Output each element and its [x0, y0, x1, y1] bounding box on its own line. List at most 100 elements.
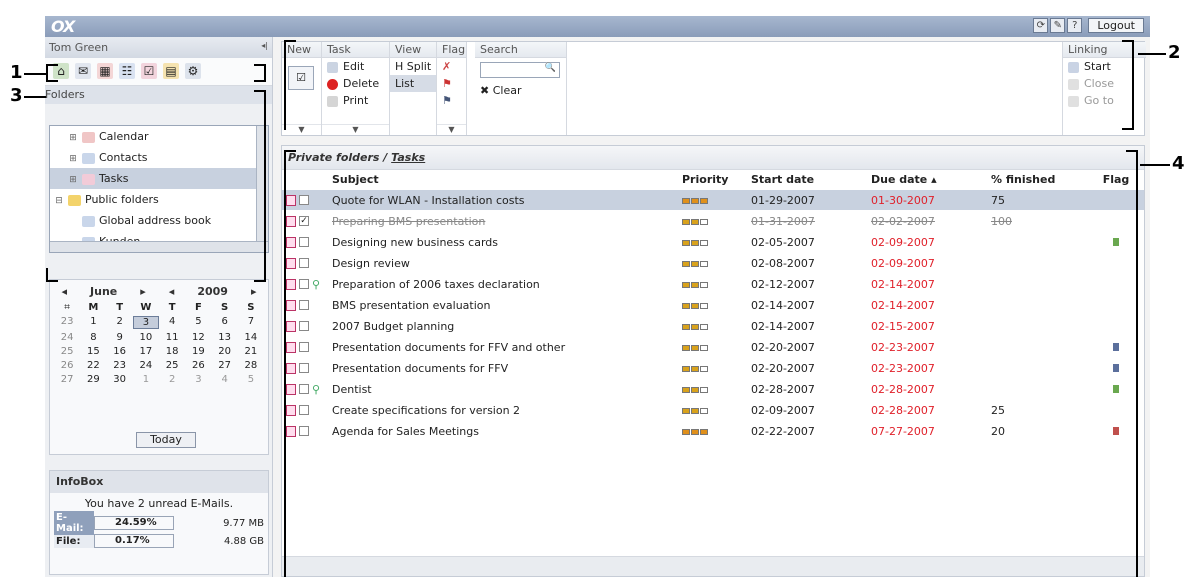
next-month-arrow[interactable]: ▸ [140, 285, 146, 298]
calendar-day[interactable]: 13 [212, 332, 238, 343]
tasks-icon[interactable]: ☑ [141, 63, 157, 79]
flag-icon[interactable] [1113, 427, 1119, 435]
collapse-sidebar-icon[interactable]: ◂| [261, 41, 268, 54]
col-start-date[interactable]: Start date [751, 170, 871, 189]
calendar-day[interactable]: 20 [212, 346, 238, 357]
settings-icon[interactable]: ✎ [1050, 18, 1066, 33]
calendar-day[interactable]: 5 [238, 374, 264, 385]
folder-tree-item[interactable]: Global address book [50, 210, 268, 231]
flag-icon[interactable] [1113, 364, 1119, 372]
calendar-day[interactable]: 5 [185, 316, 211, 329]
task-row[interactable]: Create specifications for version 2 02-09… [282, 399, 1144, 420]
task-row[interactable]: Presentation documents for FFV 02-20-2007… [282, 357, 1144, 378]
col-percent-finished[interactable]: % finished [991, 170, 1096, 189]
task-row[interactable]: Quote for WLAN - Installation costs 01-29… [282, 189, 1144, 210]
done-checkbox[interactable] [299, 405, 309, 415]
flag-group-dropdown[interactable]: ▼ [437, 124, 466, 135]
calendar-day[interactable]: 22 [80, 360, 106, 371]
clear-flag-icon[interactable]: ✗ [437, 58, 466, 75]
col-priority[interactable]: Priority [682, 170, 751, 189]
flag-icon[interactable] [1113, 238, 1119, 246]
infostore-icon[interactable]: ▤ [163, 63, 179, 79]
mail-icon[interactable]: ✉ [75, 63, 91, 79]
task-row[interactable]: Agenda for Sales Meetings 02-22-2007 07-27… [282, 420, 1144, 441]
task-row[interactable]: Designing new business cards 02-05-2007 02… [282, 231, 1144, 252]
col-due-date[interactable]: Due date ▴ [871, 170, 991, 189]
calendar-day[interactable]: 4 [212, 374, 238, 385]
calendar-day[interactable]: 7 [238, 316, 264, 329]
flag-icon[interactable] [1113, 385, 1119, 393]
red-flag-icon[interactable]: ⚑ [437, 75, 466, 92]
prev-year-arrow[interactable]: ◂ [169, 285, 175, 298]
calendar-day[interactable]: 26 [185, 360, 211, 371]
week-number[interactable]: 24 [54, 332, 80, 343]
calendar-day[interactable]: 18 [159, 346, 185, 357]
done-checkbox[interactable] [299, 342, 309, 352]
task-row[interactable]: ⚲ Preparation of 2006 taxes declaration 02… [282, 273, 1144, 294]
hsplit-view-button[interactable]: H Split [390, 58, 436, 75]
edit-button[interactable]: Edit [322, 58, 389, 75]
task-row[interactable]: Presentation documents for FFV and other… [282, 336, 1144, 357]
today-button[interactable]: Today [136, 432, 196, 448]
done-checkbox[interactable] [299, 426, 309, 436]
week-number[interactable]: 26 [54, 360, 80, 371]
calendar-day[interactable]: 17 [133, 346, 159, 357]
help-icon[interactable]: ? [1067, 18, 1083, 33]
calendar-day[interactable]: 27 [212, 360, 238, 371]
done-checkbox[interactable] [299, 300, 309, 310]
next-year-arrow[interactable]: ▸ [251, 285, 257, 298]
refresh-icon[interactable]: ⟳ [1033, 18, 1049, 33]
calendar-day[interactable]: 24 [133, 360, 159, 371]
done-checkbox[interactable] [299, 363, 309, 373]
done-checkbox[interactable] [299, 195, 309, 205]
clear-search-button[interactable]: ✖ Clear [475, 82, 566, 99]
calendar-day[interactable]: 6 [212, 316, 238, 329]
calendar-day[interactable]: 9 [107, 332, 133, 343]
task-row[interactable]: ⚲ Dentist 02-28-2007 02-28-2007 [282, 378, 1144, 399]
done-checkbox[interactable]: ✓ [299, 216, 309, 226]
print-button[interactable]: Print [322, 92, 389, 109]
expand-toggle-icon[interactable]: ⊞ [68, 149, 78, 170]
blue-flag-icon[interactable]: ⚑ [437, 92, 466, 109]
logout-button[interactable]: Logout [1088, 18, 1144, 33]
delete-button[interactable]: Delete [322, 75, 389, 92]
folder-tree-item[interactable]: ⊞ Contacts [50, 147, 268, 168]
tasks-breadcrumb-link[interactable]: Tasks [391, 151, 425, 164]
calendar-day[interactable]: 23 [107, 360, 133, 371]
done-checkbox[interactable] [299, 279, 309, 289]
calendar-day[interactable]: 10 [133, 332, 159, 343]
calendar-day[interactable]: 11 [159, 332, 185, 343]
calendar-day[interactable]: 14 [238, 332, 264, 343]
calendar-day[interactable]: 2 [107, 316, 133, 329]
done-checkbox[interactable] [299, 258, 309, 268]
calendar-icon[interactable]: ▦ [97, 63, 113, 79]
col-subject[interactable]: Subject [332, 170, 682, 189]
calendar-day[interactable]: 25 [159, 360, 185, 371]
expand-toggle-icon[interactable]: ⊞ [68, 170, 78, 191]
week-number[interactable]: 23 [54, 316, 80, 329]
prev-month-arrow[interactable]: ◂ [62, 285, 68, 298]
contacts-icon[interactable]: ☷ [119, 63, 135, 79]
done-checkbox[interactable] [299, 384, 309, 394]
calendar-day[interactable]: 16 [107, 346, 133, 357]
flag-icon[interactable] [1113, 343, 1119, 351]
task-row[interactable]: ✓ Preparing BMS presentation 01-31-2007 02-… [282, 210, 1144, 231]
options-icon[interactable]: ⚙ [185, 63, 201, 79]
calendar-day[interactable]: 12 [185, 332, 211, 343]
calendar-day[interactable]: 19 [185, 346, 211, 357]
calendar-day[interactable]: 3 [132, 316, 159, 329]
done-checkbox[interactable] [299, 321, 309, 331]
calendar-day[interactable]: 21 [238, 346, 264, 357]
calendar-day[interactable]: 3 [185, 374, 211, 385]
calendar-day[interactable]: 15 [80, 346, 106, 357]
calendar-day[interactable]: 29 [80, 374, 106, 385]
expand-toggle-icon[interactable]: ⊞ [68, 128, 78, 149]
calendar-day[interactable]: 2 [159, 374, 185, 385]
task-row[interactable]: Design review 02-08-2007 02-09-2007 [282, 252, 1144, 273]
calendar-day[interactable]: 4 [159, 316, 185, 329]
task-row[interactable]: BMS presentation evaluation 02-14-2007 02-… [282, 294, 1144, 315]
list-view-button[interactable]: List [390, 75, 436, 92]
calendar-day[interactable]: 30 [107, 374, 133, 385]
search-input[interactable]: 🔍 [480, 62, 560, 78]
folder-tree-item[interactable]: ⊞ Tasks [50, 168, 268, 189]
